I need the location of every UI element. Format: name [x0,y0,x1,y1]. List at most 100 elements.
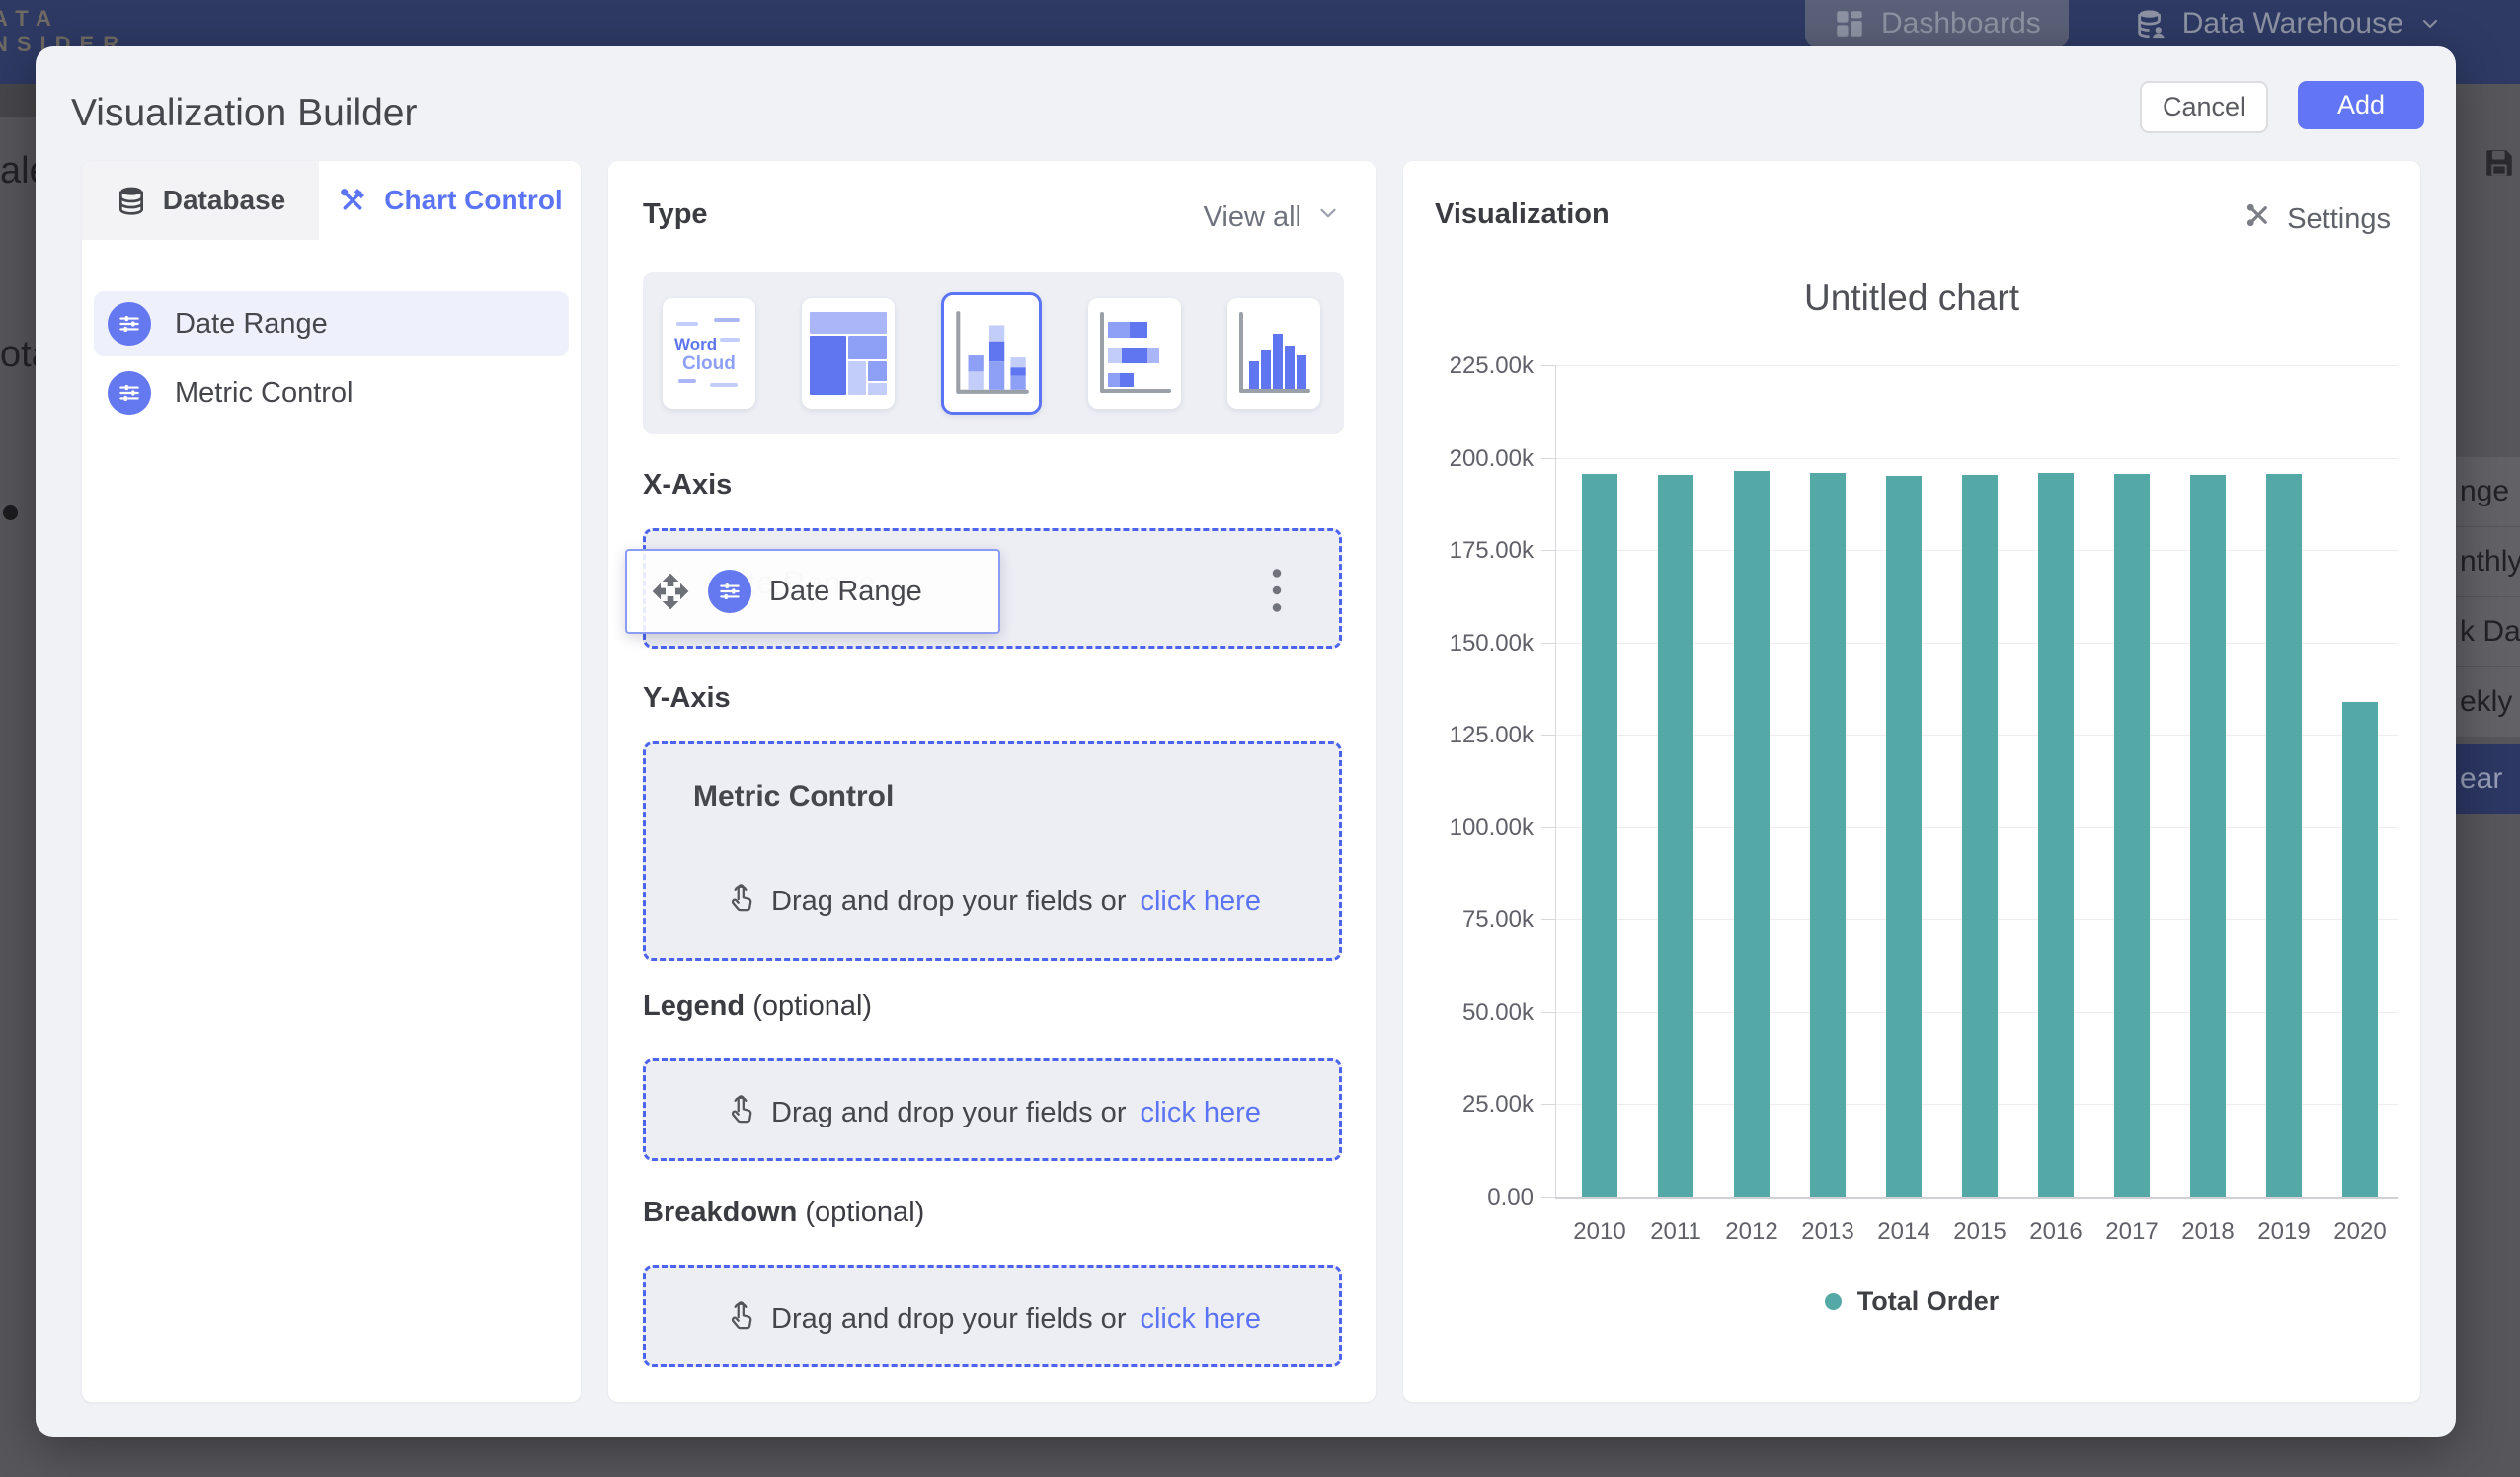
tab-database-label: Database [163,185,286,216]
chart-type-stacked-column-selected[interactable] [941,292,1042,415]
field-item-date-range[interactable]: Date Range [94,291,569,356]
y-tick-mark [1541,365,1555,366]
bar-2010 [1582,474,1617,1197]
dashboard-grid-icon [1833,7,1866,40]
drop-hint-text: Drag and drop your fields or [771,886,1126,918]
background-right-strip: ngenthlyk Dateeklyear [2456,84,2520,1477]
control-icon [708,570,751,613]
y-axis-zone-title: Metric Control [693,780,894,814]
add-button[interactable]: Add [2298,81,2424,129]
background-text-fragment: ale [0,150,36,193]
visualization-panel: Visualization Settings Untitled chart 0.… [1403,161,2420,1402]
y-axis-drop-zone[interactable]: Metric Control Drag and drop your fields… [643,741,1342,961]
breakdown-drop-hint: Drag and drop your fields or click here [646,1298,1339,1340]
background-menu-item: nge [2456,457,2520,527]
x-axis-tick-label: 2015 [1942,1218,2018,1246]
chart-type-stacked-bar[interactable] [1088,298,1181,409]
builder-panel: Type View all WordCloud X-Axis Date Rang… [608,161,1376,1402]
y-tick-mark [1541,550,1555,551]
tap-icon [724,881,757,922]
click-here-link[interactable]: click here [1140,1303,1261,1336]
modal-title: Visualization Builder [71,92,418,135]
y-axis-tick-label: 225.00k [1403,352,1534,380]
x-axis-line [1555,1197,2398,1199]
background-dropdown-menu: ngenthlyk Dateeklyear [2456,457,2520,815]
tab-chart-control-label: Chart Control [384,185,562,216]
y-tick-mark [1541,735,1555,736]
y-axis-tick-label: 25.00k [1403,1091,1534,1119]
bar-2012 [1734,471,1770,1197]
y-axis-tick-label: 50.00k [1403,999,1534,1027]
screen: ATA NSIDER DashboardsData WarehouseSetti… [0,0,2520,1477]
save-icon [2482,146,2516,182]
x-axis-tick-label: 2013 [1790,1218,1866,1246]
x-axis-tick-label: 2010 [1562,1218,1638,1246]
x-axis-tick-label: 2020 [2323,1218,2399,1246]
kebab-menu-icon[interactable] [1262,561,1292,616]
field-item-metric-control[interactable]: Metric Control [94,360,569,426]
chart-type-column[interactable] [1227,298,1320,409]
background-menu-item: ear [2456,744,2520,815]
warehouse-icon [2134,7,2167,40]
x-axis-label: X-Axis [643,469,732,502]
tap-icon [724,1092,757,1133]
move-icon [651,572,690,611]
nav-item-settings[interactable]: Settings [2507,0,2520,47]
chart-type-word-cloud[interactable]: WordCloud [663,298,755,409]
chart-type-strip: WordCloud [643,272,1344,434]
y-axis-tick-label: 150.00k [1403,630,1534,658]
chart-type-treemap[interactable] [802,298,895,409]
field-item-label: Date Range [175,308,328,341]
bar-2017 [2114,474,2150,1197]
y-axis-tick-label: 100.00k [1403,815,1534,842]
bar-2015 [1962,475,1998,1197]
y-axis-drop-hint: Drag and drop your fields or click here [646,881,1339,922]
date-range-drag-chip[interactable]: Date Range [625,549,1000,634]
nav-item-data-warehouse[interactable]: Data Warehouse [2106,0,2470,47]
y-tick-mark [1541,1012,1555,1013]
tab-database[interactable]: Database [82,161,319,240]
x-axis-tick-label: 2018 [2170,1218,2246,1246]
visualization-header: Visualization [1435,198,1610,231]
svg-text:Cloud: Cloud [682,353,736,374]
settings-label: Settings [2287,203,2391,236]
y-tick-mark [1541,643,1555,644]
legend-label-text: Legend [643,990,745,1022]
chart-legend: Total Order [1403,1286,2420,1317]
background-menu-item: k Date [2456,597,2520,667]
y-axis-tick-label: 0.00 [1403,1184,1534,1211]
x-axis-tick-label: 2016 [2018,1218,2094,1246]
legend-label: Legend (optional) [643,990,872,1023]
legend-optional-suffix: (optional) [752,990,872,1022]
tab-chart-control[interactable]: Chart Control [319,161,581,240]
breakdown-drop-zone[interactable]: Drag and drop your fields or click here [643,1265,1342,1367]
drop-hint-text: Drag and drop your fields or [771,1097,1126,1129]
nav-item-dashboards[interactable]: Dashboards [1805,0,2069,47]
gridline [1555,365,2398,366]
y-tick-mark [1541,827,1555,828]
x-axis-tick-label: 2014 [1866,1218,1942,1246]
bar-2016 [2038,473,2074,1198]
y-axis-tick-label: 175.00k [1403,537,1534,565]
svg-text:Word: Word [674,335,717,353]
legend-drop-zone[interactable]: Drag and drop your fields or click here [643,1058,1342,1161]
click-here-link[interactable]: click here [1140,1097,1261,1129]
breakdown-label-text: Breakdown [643,1197,797,1228]
field-item-label: Metric Control [175,377,354,410]
x-axis-tick-label: 2019 [2246,1218,2323,1246]
bar-2020 [2342,702,2378,1198]
legend-color-dot [1825,1293,1842,1310]
visualization-builder-modal: Visualization Builder Cancel Add Databas… [36,46,2456,1437]
click-here-link[interactable]: click here [1140,886,1261,918]
bar-2014 [1886,476,1922,1197]
type-label: Type [643,198,708,231]
chart-title: Untitled chart [1403,277,2420,319]
fields-panel: Database Chart Control Date Range Metric … [82,161,581,1402]
background-text-fragment: ota [0,334,36,376]
cancel-button[interactable]: Cancel [2140,81,2268,133]
view-all-dropdown[interactable]: View all [1204,200,1341,234]
control-icon [108,302,151,346]
background-menu-item: nthly [2456,527,2520,597]
settings-tools-icon [2244,200,2273,238]
visualization-settings-button[interactable]: Settings [2244,200,2391,238]
